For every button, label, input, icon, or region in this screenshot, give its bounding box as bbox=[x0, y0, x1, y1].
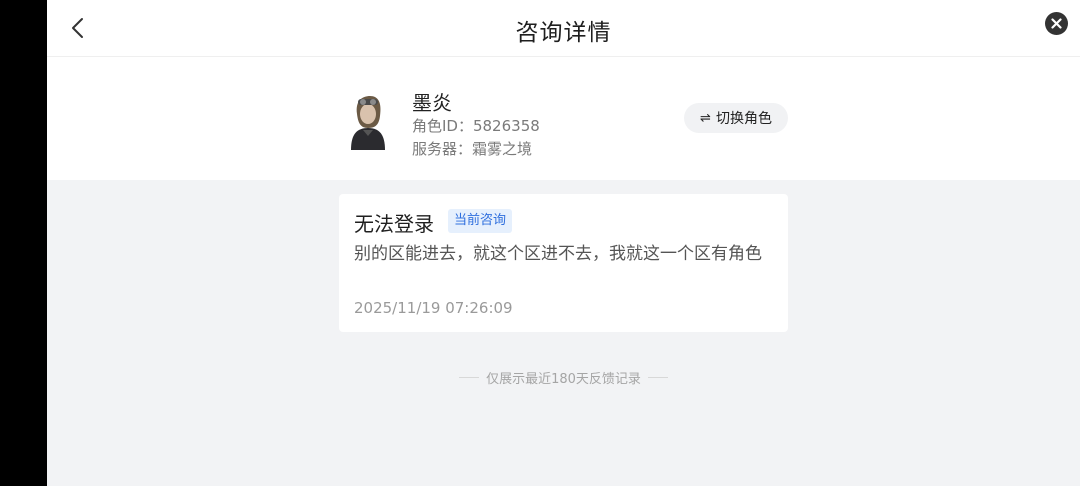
switch-character-button[interactable]: ⇌ 切换角色 bbox=[684, 103, 788, 133]
character-server: 服务器：霜雾之境 bbox=[412, 140, 533, 158]
character-name: 墨炎 bbox=[412, 91, 452, 115]
switch-character-label: 切换角色 bbox=[715, 111, 772, 127]
current-consultation-badge: 当前咨询 bbox=[448, 209, 513, 233]
character-profile: 墨炎 角色ID：5826358 服务器：霜雾之境 ⇌ 切换角色 bbox=[47, 57, 1080, 180]
consultation-time: 2025/11/19 07:26:09 bbox=[354, 299, 513, 317]
swap-icon: ⇌ bbox=[700, 110, 711, 126]
divider-left bbox=[459, 377, 480, 378]
app-window: 咨询详情 墨炎 角色ID：5826358 服务器：霜雾之境 ⇌ 切换角色 无法登… bbox=[47, 0, 1080, 486]
consultation-card[interactable]: 无法登录 当前咨询 别的区能进去，就这个区进不去，我就这一个区有角色 2025/… bbox=[339, 194, 788, 332]
close-icon bbox=[1051, 18, 1062, 29]
consultation-body: 别的区能进去，就这个区进不去，我就这一个区有角色 bbox=[354, 244, 762, 264]
divider-right bbox=[647, 377, 668, 378]
page-title: 咨询详情 bbox=[515, 20, 612, 46]
consultation-title: 无法登录 bbox=[354, 212, 434, 236]
footer-note-text: 仅展示最近180天反馈记录 bbox=[486, 372, 641, 387]
left-black-bar bbox=[0, 0, 47, 486]
footer-note: 仅展示最近180天反馈记录 bbox=[47, 368, 1080, 387]
character-id: 角色ID：5826358 bbox=[412, 117, 540, 135]
close-button[interactable] bbox=[1045, 12, 1068, 35]
header-bar: 咨询详情 bbox=[47, 0, 1080, 57]
avatar bbox=[343, 90, 393, 150]
